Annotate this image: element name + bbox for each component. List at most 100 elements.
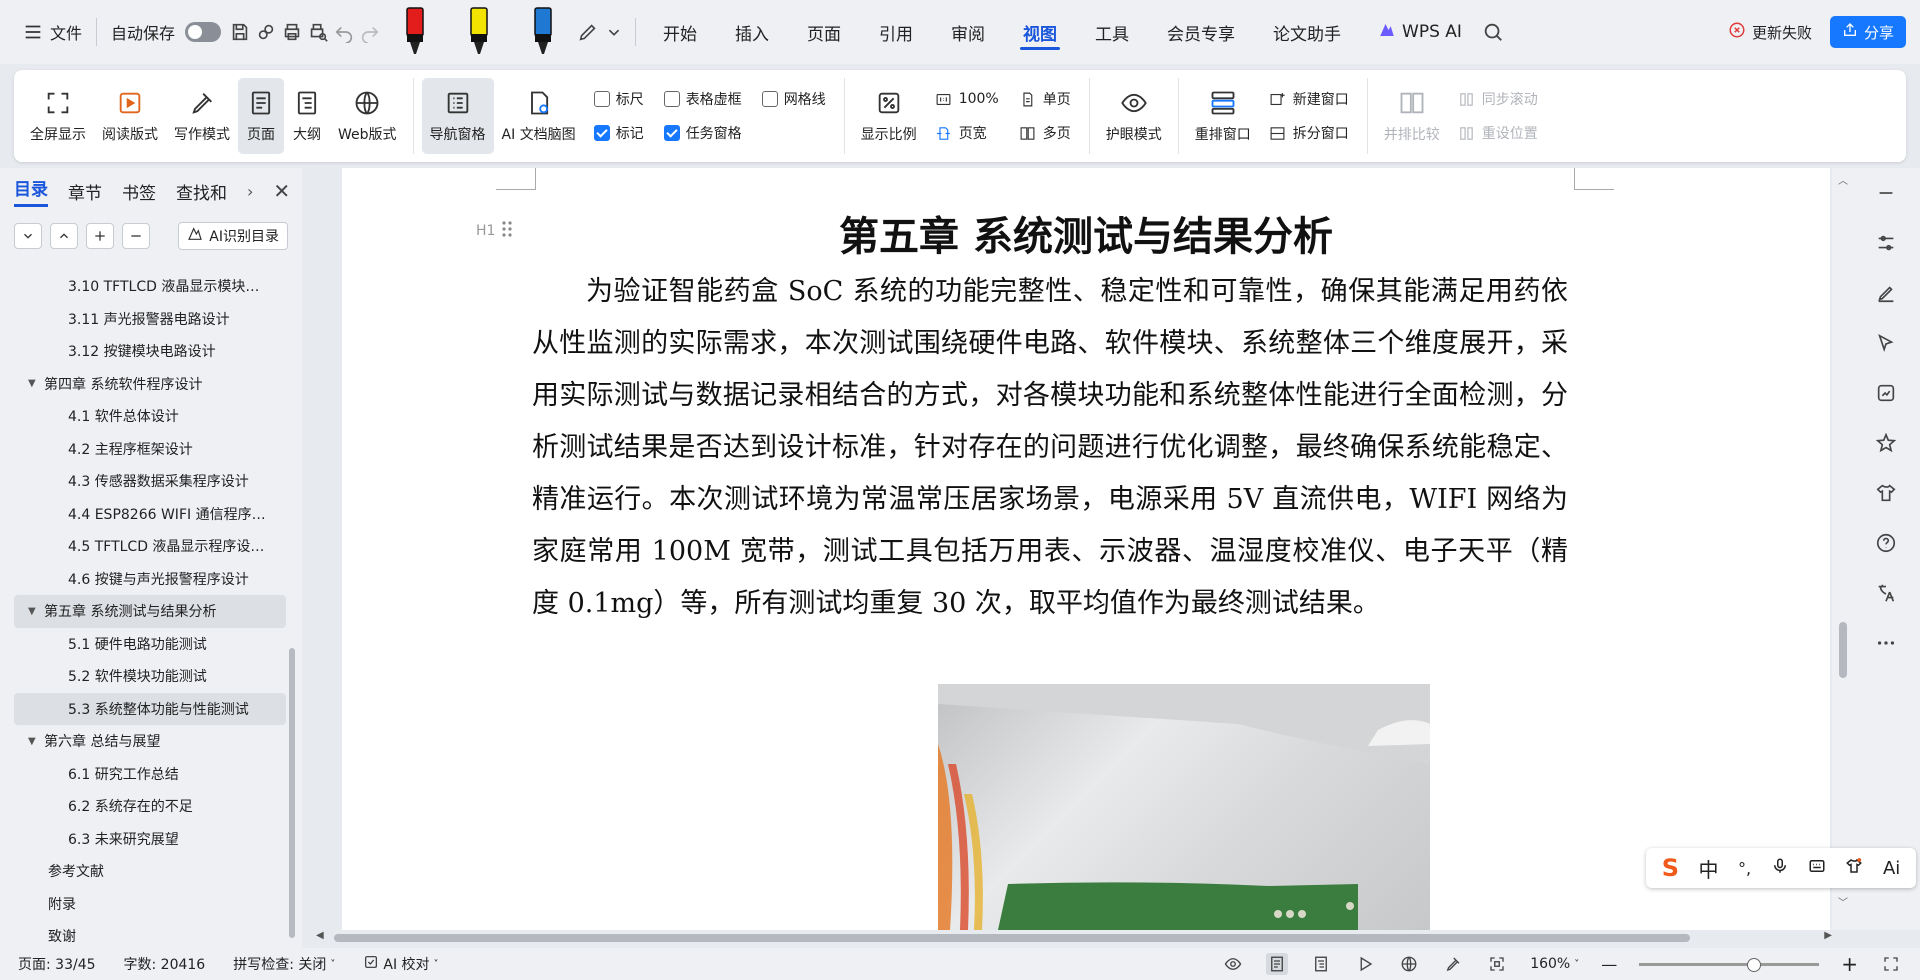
- ime-punctuation[interactable]: °,: [1738, 859, 1751, 878]
- update-failed-button[interactable]: 更新失败: [1718, 21, 1822, 43]
- ai-toc-button[interactable]: AI识别目录: [178, 222, 288, 250]
- toc-item[interactable]: 6.1 研究工作总结: [14, 758, 286, 791]
- nav-tab-bookmarks[interactable]: 书签: [122, 179, 156, 204]
- fit-page-icon[interactable]: [1486, 953, 1508, 975]
- tab-insert[interactable]: 插入: [716, 12, 788, 52]
- nav-tab-sections[interactable]: 章节: [68, 179, 102, 204]
- toc-item[interactable]: 4.3 传感器数据采集程序设计: [14, 465, 286, 498]
- new-window-button[interactable]: 新建窗口: [1269, 89, 1349, 109]
- toc-item[interactable]: 6.3 未来研究展望: [14, 823, 286, 856]
- toc-item[interactable]: 4.5 TFTLCD 液晶显示程序设…: [14, 530, 286, 563]
- spell-check-status[interactable]: 拼写检查: 关闭 ˅: [233, 954, 335, 974]
- close-icon[interactable]: ✕: [273, 179, 290, 203]
- nav-tab-toc[interactable]: 目录: [14, 175, 48, 207]
- zoom-in-button[interactable]: +: [1841, 952, 1858, 976]
- tab-references[interactable]: 引用: [860, 12, 932, 52]
- ai-mindmap-button[interactable]: AI 文档脑图: [494, 78, 584, 154]
- toc-item[interactable]: 4.6 按键与声光报警程序设计: [14, 563, 286, 596]
- red-pen-icon[interactable]: [395, 6, 435, 58]
- zoom-out-button[interactable]: —: [1601, 955, 1617, 974]
- blue-pen-icon[interactable]: [523, 6, 563, 58]
- expand-up-button[interactable]: [50, 223, 78, 249]
- write-status-icon[interactable]: [1442, 953, 1464, 975]
- save-icon[interactable]: [227, 19, 253, 45]
- multi-page-button[interactable]: 多页: [1019, 123, 1071, 143]
- autosave-toggle[interactable]: 自动保存: [105, 12, 227, 52]
- chevron-down-double-icon[interactable]: ﹀: [1838, 894, 1848, 909]
- task-pane-checkbox[interactable]: 任务窗格: [663, 123, 742, 143]
- web-status-icon[interactable]: [1398, 953, 1420, 975]
- scroll-right-icon[interactable]: ▶: [1824, 930, 1832, 941]
- word-count[interactable]: 字数: 20416: [124, 954, 206, 974]
- star-sparkle-icon[interactable]: [1866, 426, 1906, 460]
- tab-view[interactable]: 视图: [1004, 12, 1076, 52]
- single-page-button[interactable]: 单页: [1019, 89, 1071, 109]
- expand-triangle-icon[interactable]: ▼: [28, 736, 44, 747]
- writing-mode-button[interactable]: 写作模式: [166, 78, 238, 154]
- wps-ai-button[interactable]: WPS AI: [1360, 21, 1480, 44]
- reading-mode-button[interactable]: 阅读版式: [94, 78, 166, 154]
- reset-position-button[interactable]: 重设位置: [1458, 123, 1538, 143]
- toc-item[interactable]: 4.2 主程序框架设计: [14, 433, 286, 466]
- keyboard-icon[interactable]: [1808, 856, 1826, 880]
- toc-item[interactable]: 5.2 软件模块功能测试: [14, 660, 286, 693]
- vertical-scrollbar[interactable]: ︿ ﹀: [1836, 168, 1850, 930]
- search-icon[interactable]: [1480, 19, 1506, 45]
- marks-checkbox[interactable]: 标记: [593, 123, 644, 143]
- toc-item[interactable]: 3.10 TFTLCD 液晶显示模块…: [14, 270, 286, 303]
- expand-triangle-icon[interactable]: ▼: [28, 606, 44, 617]
- ime-logo[interactable]: S: [1662, 854, 1679, 882]
- chapter-heading[interactable]: 第五章 系统测试与结果分析: [342, 204, 1830, 262]
- sync-scroll-button[interactable]: 同步滚动: [1458, 89, 1538, 109]
- fullscreen-status-icon[interactable]: [1880, 953, 1902, 975]
- play-icon[interactable]: [1354, 953, 1376, 975]
- image-tool-icon[interactable]: [1866, 376, 1906, 410]
- tab-tools[interactable]: 工具: [1076, 12, 1148, 52]
- redo-icon[interactable]: [357, 19, 383, 45]
- vertical-scroll-thumb[interactable]: [1839, 622, 1847, 678]
- toc-item[interactable]: 5.1 硬件电路功能测试: [14, 628, 286, 661]
- zoom-100-button[interactable]: 100%: [935, 89, 999, 109]
- toc-item[interactable]: 致谢: [14, 920, 286, 944]
- shirt-icon[interactable]: [1866, 476, 1906, 510]
- tab-review[interactable]: 审阅: [932, 12, 1004, 52]
- checkbox-checked[interactable]: [593, 125, 610, 141]
- nav-pane-button[interactable]: 导航窗格: [421, 78, 494, 154]
- autosave-switch[interactable]: [185, 22, 222, 42]
- ime-ai[interactable]: Ai: [1883, 858, 1900, 879]
- help-icon[interactable]: [1866, 526, 1906, 560]
- cursor-select-icon[interactable]: [1866, 326, 1906, 360]
- checkbox-checked[interactable]: [663, 125, 680, 141]
- ime-mode[interactable]: 中: [1699, 854, 1719, 883]
- horizontal-scroll-thumb[interactable]: [334, 934, 1690, 942]
- tab-home[interactable]: 开始: [644, 12, 716, 52]
- page-width-button[interactable]: 页宽: [935, 123, 999, 143]
- minus-icon[interactable]: [1866, 176, 1906, 210]
- toc-item[interactable]: ▼ 第六章 总结与展望: [14, 725, 286, 758]
- tab-member[interactable]: 会员专享: [1148, 12, 1254, 52]
- print-preview-icon[interactable]: [305, 19, 331, 45]
- rearrange-windows-button[interactable]: 重排窗口: [1187, 78, 1259, 154]
- expand-triangle-icon[interactable]: ▼: [28, 378, 44, 389]
- ai-proofread-button[interactable]: AI 校对 ˅: [363, 954, 439, 974]
- checkbox[interactable]: [663, 91, 680, 107]
- ruler-checkbox[interactable]: 标尺: [593, 89, 644, 109]
- toc-item[interactable]: 4.4 ESP8266 WIFI 通信程序…: [14, 498, 286, 531]
- chevron-down-icon[interactable]: [601, 19, 627, 45]
- page-view-button[interactable]: 页面: [238, 78, 284, 154]
- web-view-button[interactable]: Web版式: [330, 78, 405, 154]
- gridlines-checkbox[interactable]: 网格线: [761, 89, 826, 109]
- yellow-highlighter-icon[interactable]: [459, 6, 499, 58]
- add-heading-button[interactable]: [86, 223, 114, 249]
- tab-page[interactable]: 页面: [788, 12, 860, 52]
- toc-item[interactable]: ▼ 第四章 系统软件程序设计: [14, 368, 286, 401]
- outline-view-button[interactable]: 大纲: [284, 78, 330, 154]
- side-by-side-button[interactable]: 并排比较: [1376, 78, 1448, 154]
- remove-heading-button[interactable]: [122, 223, 150, 249]
- skin-icon[interactable]: [1845, 856, 1863, 880]
- page-count[interactable]: 页面: 33/45: [18, 954, 96, 974]
- collapse-down-button[interactable]: [14, 223, 42, 249]
- embedded-photo[interactable]: [938, 684, 1430, 930]
- nav-scrollbar[interactable]: [289, 648, 295, 938]
- toc-item[interactable]: 附录: [14, 888, 286, 921]
